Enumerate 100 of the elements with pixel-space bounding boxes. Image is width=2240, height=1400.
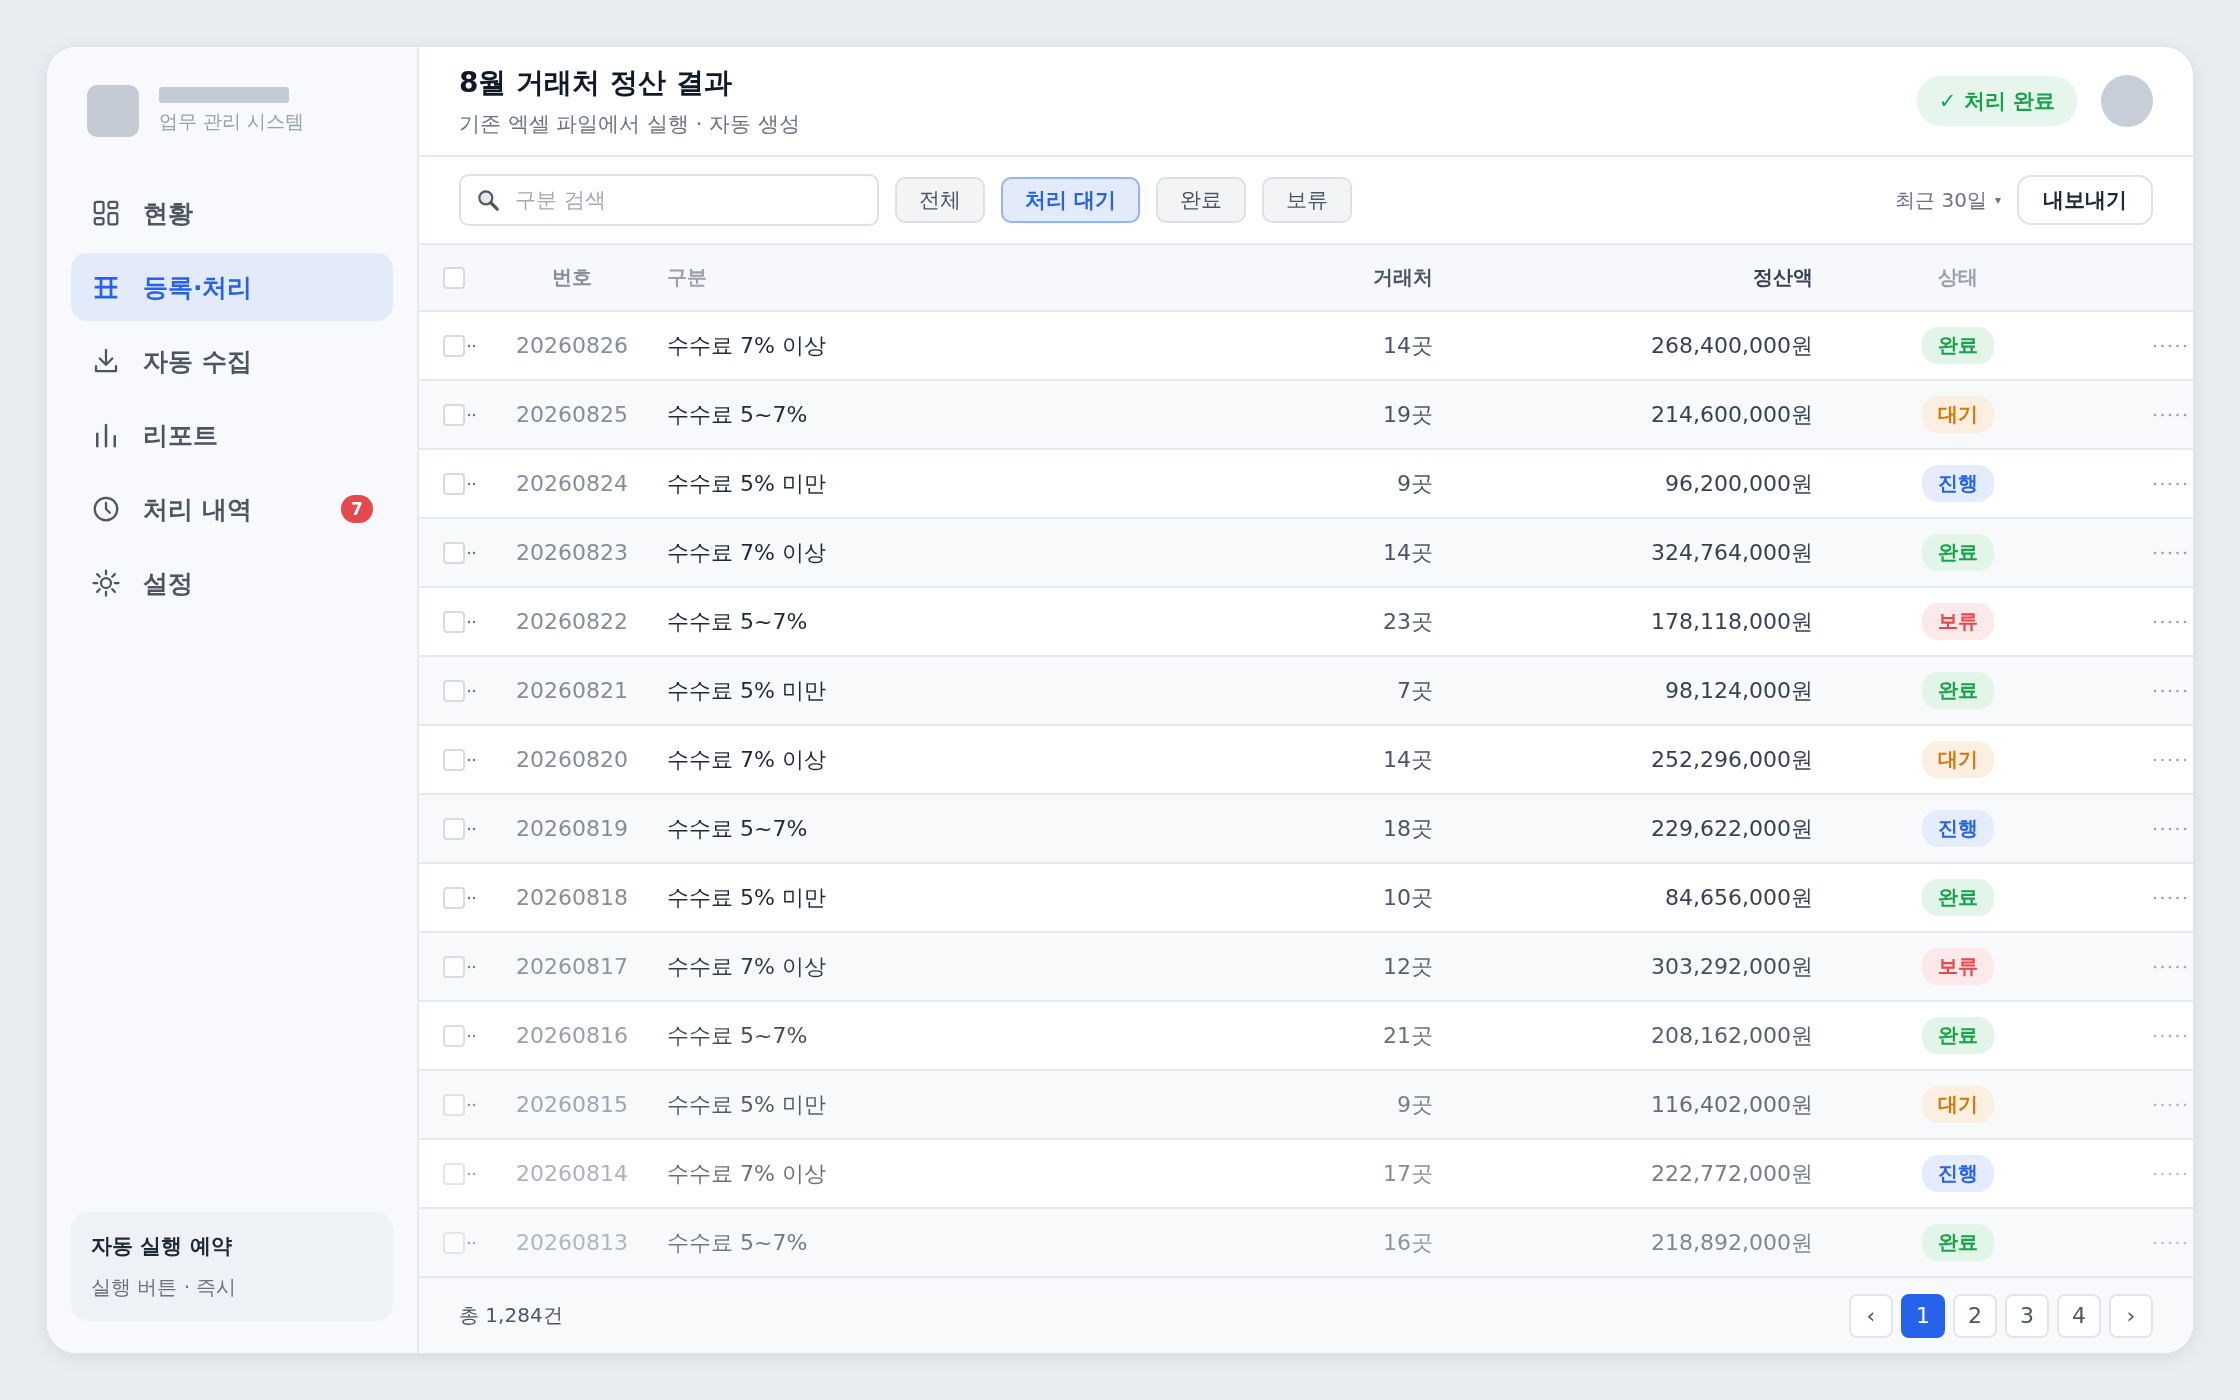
search-field[interactable]: 구분 검색 (459, 174, 879, 226)
more-icon (2153, 343, 2187, 348)
table-cell-text: 252,296,000원 (1650, 745, 1813, 774)
more-icon (2153, 688, 2187, 693)
column-header: 상태 (1937, 264, 1979, 291)
status-tag: 완료 (1922, 1224, 1994, 1261)
row-checkbox[interactable] (443, 541, 465, 564)
row-checkbox[interactable] (443, 886, 465, 909)
row-checkbox[interactable] (443, 955, 465, 978)
table-cell-text: 12곳 (1382, 952, 1433, 981)
table-cell-text: 20260825 (515, 402, 629, 427)
filter-chip[interactable]: 보류 (1262, 177, 1353, 223)
table-cell-text: 218,892,000원 (1650, 1228, 1813, 1257)
page-button[interactable]: 2 (1953, 1293, 1997, 1338)
status-tag: 완료 (1922, 534, 1994, 571)
sidebar-item-label: 현황 (143, 197, 194, 230)
sidebar-item-label: 리포트 (143, 419, 219, 452)
dots-icon (467, 619, 477, 624)
sidebar-item-label: 자동 수집 (143, 345, 253, 378)
period-dropdown[interactable]: 최근 30일 ▾ (1895, 186, 2001, 214)
table-cell-text: 9곳 (1396, 1090, 1433, 1119)
dots-icon (467, 757, 477, 762)
grid-icon (91, 198, 121, 228)
table-cell-text: 214,600,000원 (1650, 400, 1813, 429)
sidebar-item[interactable]: 자동 수집 (71, 327, 393, 395)
table-cell-text: 20260814 (515, 1161, 629, 1186)
filter-chip[interactable]: 완료 (1156, 177, 1247, 223)
page-button[interactable]: 4 (2057, 1293, 2101, 1338)
table-cell-text: 20260821 (515, 678, 629, 703)
previous-page-button[interactable]: ‹ (1849, 1293, 1893, 1338)
table-cell-text: 수수료 5~7% (666, 400, 809, 429)
more-icon (2153, 1171, 2187, 1176)
table-cell-text: 18곳 (1382, 814, 1433, 843)
sidebar-item[interactable]: 리포트 (71, 401, 393, 469)
dots-icon (467, 964, 477, 969)
page-title: 8월 거래처 정산 결과 (459, 65, 733, 101)
table-cell-text: 수수료 7% 이상 (666, 331, 827, 360)
row-checkbox[interactable] (443, 334, 465, 357)
dots-icon (467, 826, 477, 831)
next-page-button[interactable]: › (2109, 1293, 2153, 1338)
row-checkbox[interactable] (443, 679, 465, 702)
row-checkbox[interactable] (443, 610, 465, 633)
status-tag: 완료 (1922, 879, 1994, 916)
status-tag: 보류 (1922, 603, 1994, 640)
table-cell-text: 268,400,000원 (1650, 331, 1813, 360)
table-cell-text: 수수료 5~7% (666, 607, 809, 636)
table-cell-text: 208,162,000원 (1650, 1021, 1813, 1050)
table-cell-text: 수수료 5~7% (666, 1228, 809, 1257)
filter-chip[interactable]: 전체 (895, 177, 985, 223)
table-cell-text: 수수료 7% 이상 (666, 1159, 827, 1188)
row-checkbox[interactable] (443, 748, 465, 771)
table-cell-text: 222,772,000원 (1650, 1159, 1813, 1188)
table-cell-text: 수수료 5% 미만 (666, 469, 827, 498)
export-button[interactable]: 내보내기 (2017, 175, 2153, 225)
dots-icon (467, 412, 477, 417)
dots-icon (467, 1033, 477, 1038)
caret-icon: ▾ (1994, 193, 2001, 207)
schedule-title: 자동 실행 예약 (91, 1233, 233, 1260)
dots-icon (467, 1102, 477, 1107)
app-subtitle: 업무 관리 시스템 (159, 109, 305, 134)
row-checkbox[interactable] (443, 817, 465, 840)
table-cell-text: 20260823 (515, 540, 629, 565)
more-icon (2153, 412, 2187, 417)
row-checkbox[interactable] (443, 1231, 465, 1254)
schedule-subtitle: 실행 버튼 · 즉시 (91, 1274, 238, 1301)
table-cell-text: 178,118,000원 (1650, 607, 1813, 636)
sidebar-item[interactable]: 현황 (71, 179, 393, 247)
table-cell-text: 14곳 (1382, 538, 1433, 567)
avatar[interactable] (2101, 75, 2153, 127)
more-icon (2153, 1240, 2187, 1245)
filter-chip[interactable]: 처리 대기 (1001, 177, 1141, 223)
row-checkbox[interactable] (443, 1093, 465, 1116)
select-all-checkbox[interactable] (443, 266, 465, 289)
column-header: 정산액 (1752, 264, 1813, 291)
sidebar-item[interactable]: 등록·처리 (71, 253, 393, 321)
column-header: 거래처 (1372, 264, 1433, 291)
status-tag: 완료 (1922, 672, 1994, 709)
page-button[interactable]: 1 (1901, 1293, 1945, 1338)
status-tag: 완료 (1922, 327, 1994, 364)
row-checkbox[interactable] (443, 472, 465, 495)
logo-placeholder (87, 85, 139, 137)
table-cell-text: 229,622,000원 (1650, 814, 1813, 843)
sidebar-item[interactable]: 설정 (71, 549, 393, 617)
row-checkbox[interactable] (443, 403, 465, 426)
table-cell-text: 수수료 7% 이상 (666, 952, 827, 981)
status-tag: 진행 (1922, 810, 1994, 847)
page-subtitle: 기존 엑셀 파일에서 실행 · 자동 생성 (459, 111, 801, 138)
row-checkbox[interactable] (443, 1162, 465, 1185)
table-cell-text: 324,764,000원 (1650, 538, 1813, 567)
table-cell-text: 7곳 (1396, 676, 1433, 705)
table-cell-text: 14곳 (1382, 331, 1433, 360)
sidebar-item[interactable]: 처리 내역 7 (71, 475, 393, 543)
table-cell-text: 10곳 (1382, 883, 1433, 912)
dots-icon (467, 1171, 477, 1176)
row-checkbox[interactable] (443, 1024, 465, 1047)
sidebar-item-label: 설정 (143, 567, 194, 600)
more-icon (2153, 895, 2187, 900)
more-icon (2153, 481, 2187, 486)
page-button[interactable]: 3 (2005, 1293, 2049, 1338)
table-cell-text: 21곳 (1382, 1021, 1433, 1050)
